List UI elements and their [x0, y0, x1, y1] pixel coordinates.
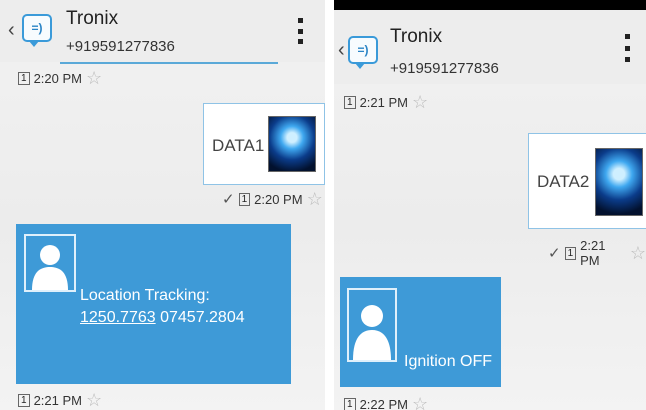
message-text: Location Tracking: 1250.7763 07457.2804 [80, 285, 245, 329]
contact-avatar-icon[interactable] [24, 234, 76, 292]
message-text: DATA2 [537, 172, 590, 191]
message-timestamp: 1 2:21 PM ☆ [344, 93, 428, 111]
contact-name: Tronix [390, 26, 443, 47]
timestamp-text: 2:20 PM [33, 70, 82, 86]
sent-check-icon: ✓ [548, 245, 561, 262]
user-avatar-image [268, 116, 316, 172]
incoming-message-bubble[interactable]: Ignition OFF [340, 277, 501, 387]
messaging-app-icon[interactable]: =) [348, 36, 378, 69]
timestamp-text: 2:21 PM [580, 238, 606, 268]
overflow-menu-icon[interactable] [625, 34, 631, 62]
contact-number: +919591277836 [66, 38, 175, 55]
sim-indicator: 1 [344, 397, 356, 410]
message-timestamp: ✓ 1 2:21 PM ☆ [548, 238, 646, 268]
contact-avatar-icon[interactable] [347, 288, 397, 362]
star-icon[interactable]: ☆ [307, 190, 323, 208]
star-icon[interactable]: ☆ [86, 69, 102, 87]
star-icon[interactable]: ☆ [412, 93, 428, 111]
conversation-panel-right: ‹ =) Tronix +919591277836 1 2:21 PM ☆ DA… [334, 0, 646, 410]
user-avatar-image [595, 148, 643, 216]
star-icon[interactable]: ☆ [412, 395, 428, 410]
back-chevron-icon[interactable]: ‹ [338, 40, 345, 60]
contact-name: Tronix [66, 8, 119, 29]
sim-indicator: 1 [564, 246, 577, 260]
sim-indicator: 1 [238, 192, 251, 206]
timestamp-text: 2:21 PM [33, 392, 82, 408]
outgoing-message-bubble[interactable]: DATA1 [203, 103, 325, 185]
incoming-message-bubble[interactable]: Location Tracking: 1250.7763 07457.2804 [16, 224, 291, 384]
coordinate-link[interactable]: 1250.7763 [80, 309, 156, 326]
conversation-header: ‹ =) Tronix +919591277836 [0, 0, 325, 62]
overflow-menu-icon[interactable] [298, 18, 304, 44]
star-icon[interactable]: ☆ [630, 244, 646, 262]
message-text: DATA1 [212, 136, 265, 155]
coordinate-text: 07457.2804 [160, 309, 245, 326]
conversation-header: ‹ =) Tronix +919591277836 [334, 10, 646, 84]
timestamp-text: 2:21 PM [359, 94, 408, 110]
outgoing-message-bubble[interactable]: DATA2 [528, 133, 646, 229]
message-timestamp: 1 2:20 PM ☆ [18, 69, 102, 87]
timestamp-text: 2:20 PM [254, 191, 303, 207]
message-text: Ignition OFF [404, 353, 493, 370]
header-divider [60, 62, 278, 64]
conversation-panel-left: ‹ =) Tronix +919591277836 1 2:20 PM ☆ DA… [0, 0, 325, 410]
message-line: 1250.7763 07457.2804 [80, 307, 245, 329]
contact-number: +919591277836 [390, 60, 499, 77]
messaging-app-icon[interactable]: =) [22, 14, 52, 47]
message-timestamp: 1 2:21 PM ☆ [18, 391, 102, 409]
star-icon[interactable]: ☆ [86, 391, 102, 409]
message-line: Location Tracking: [80, 287, 210, 304]
message-timestamp: 1 2:22 PM ☆ [344, 395, 428, 410]
sent-check-icon: ✓ [222, 191, 235, 208]
status-bar [334, 0, 646, 10]
timestamp-text: 2:22 PM [359, 396, 408, 410]
sim-indicator: 1 [18, 71, 30, 85]
back-chevron-icon[interactable]: ‹ [8, 20, 15, 40]
sim-indicator: 1 [344, 95, 356, 109]
sim-indicator: 1 [18, 393, 30, 407]
message-timestamp: ✓ 1 2:20 PM ☆ [222, 190, 323, 208]
